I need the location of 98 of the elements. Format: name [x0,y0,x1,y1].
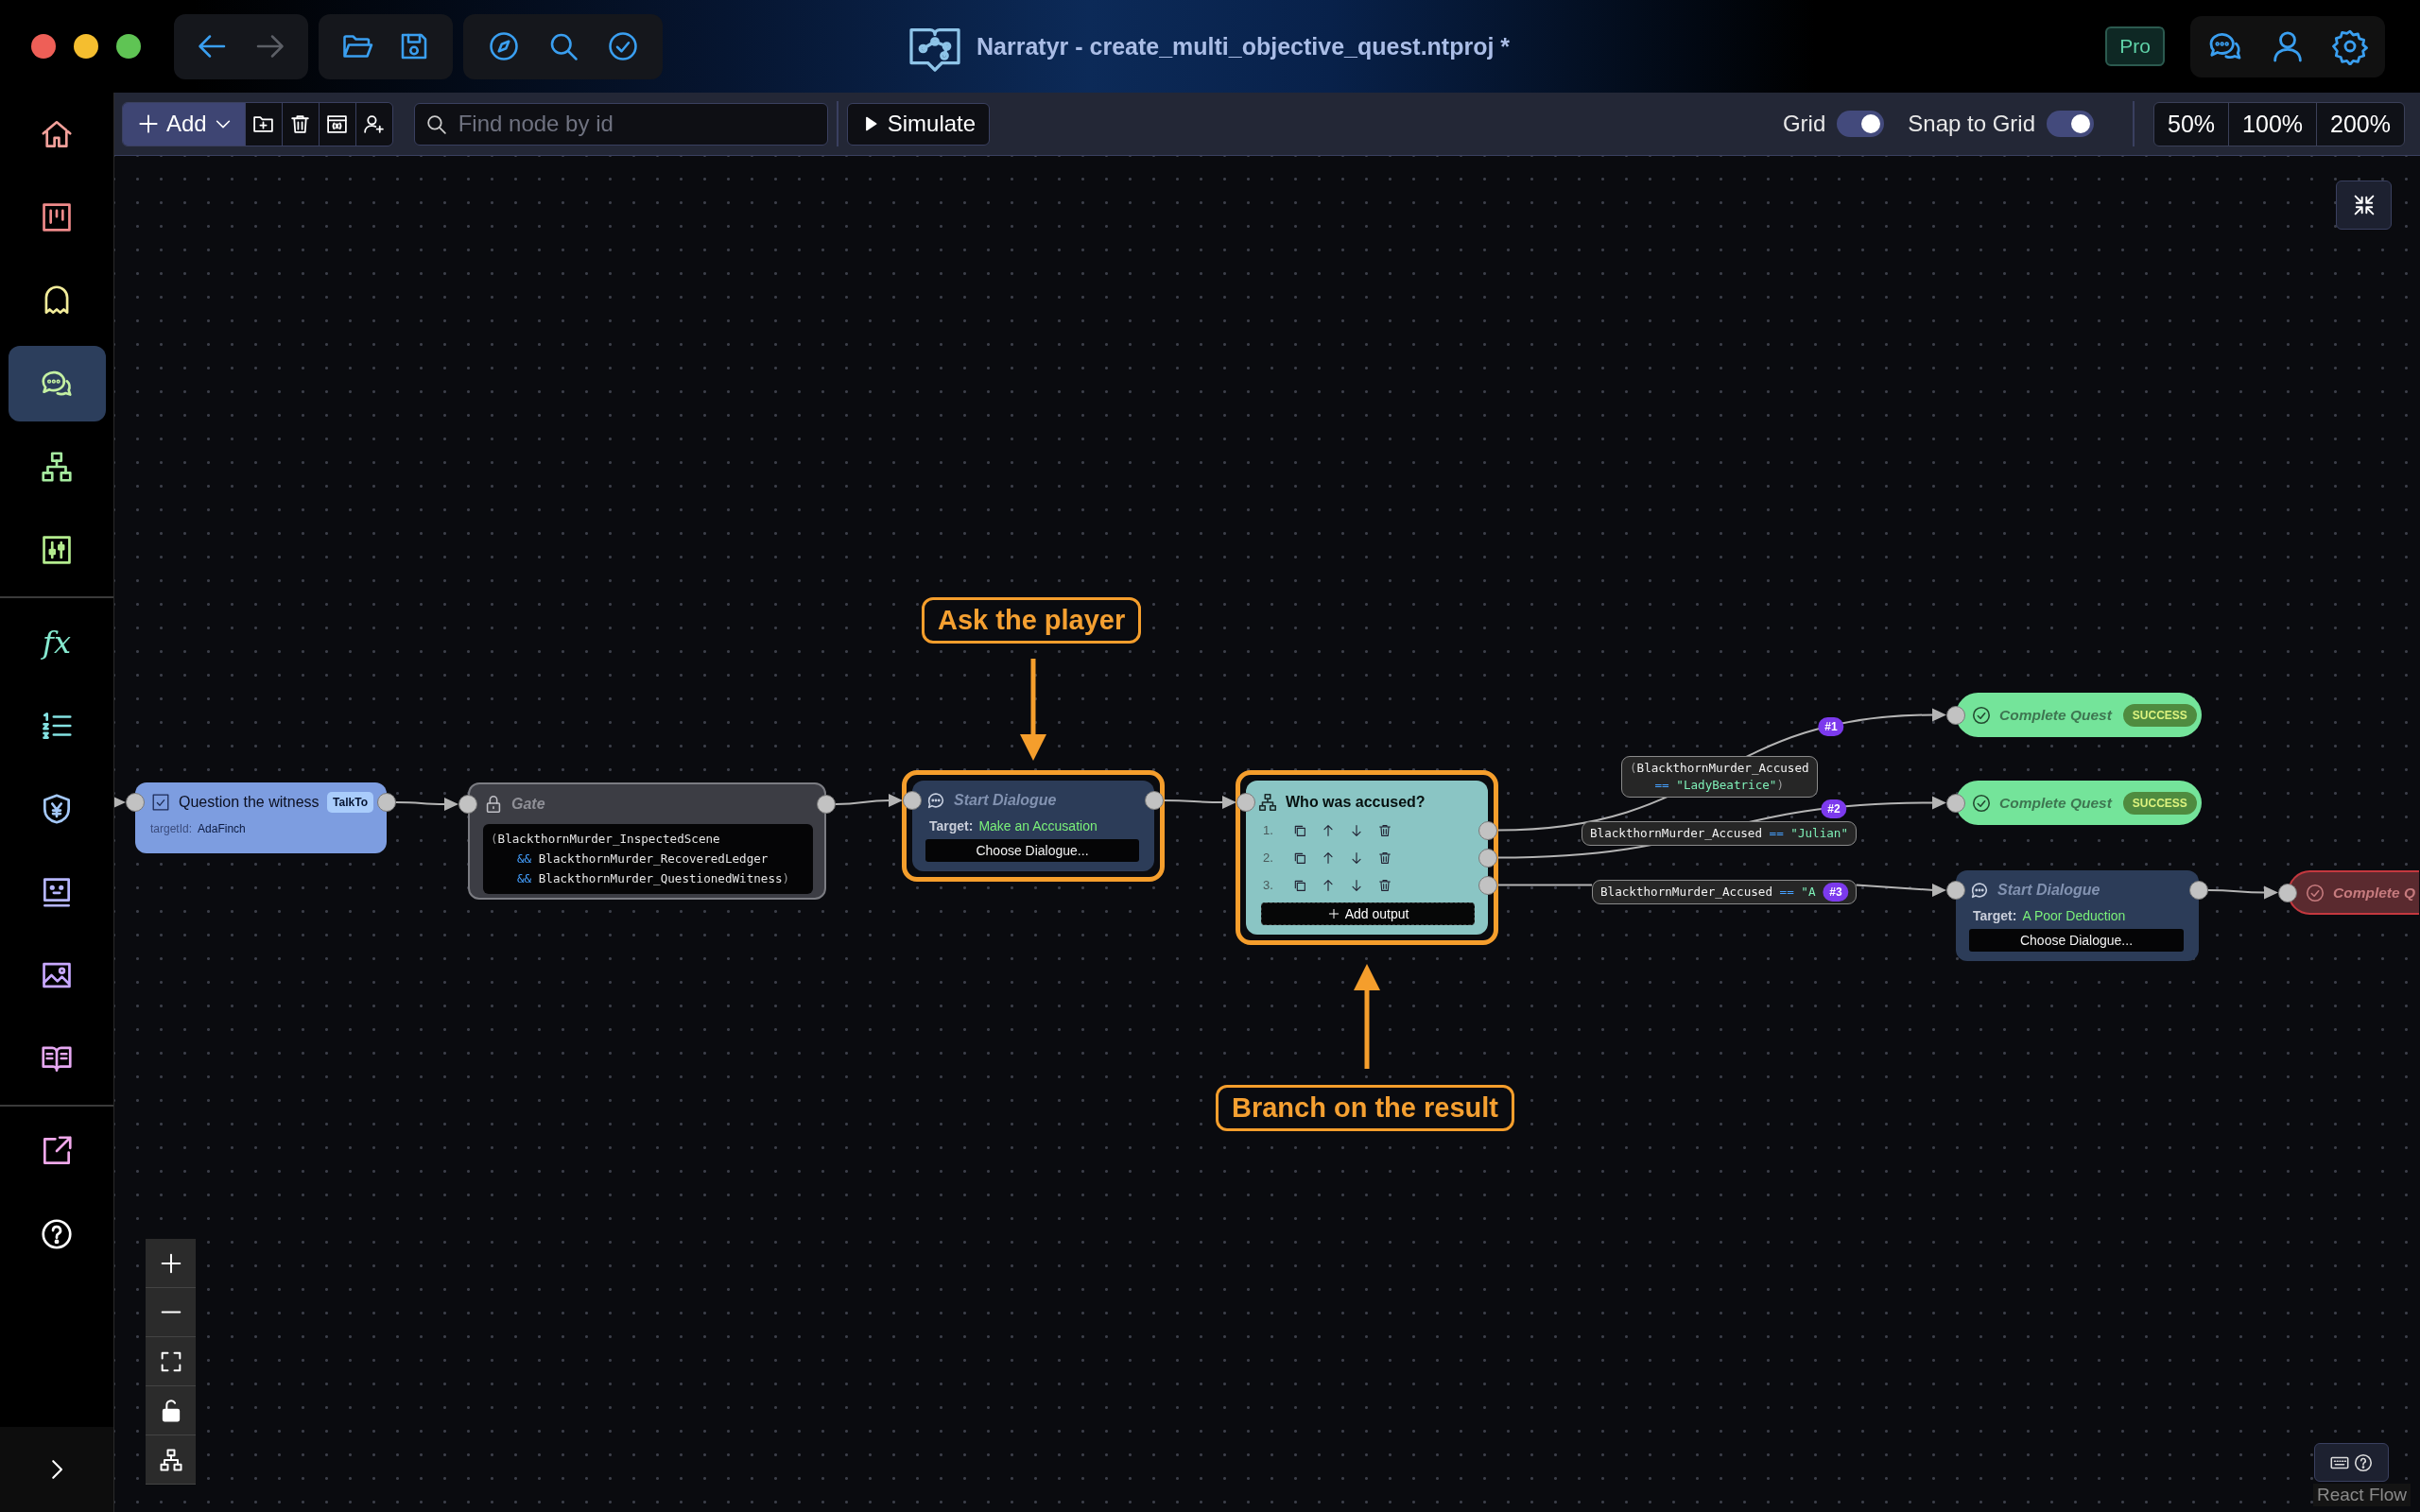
branch-node[interactable]: Who was accused? 1. 2. 3. Add output [1246,781,1488,935]
edge-arrow[interactable] [1163,796,1236,809]
zoom-level-button[interactable]: 50% [2154,102,2229,146]
check-circle-icon [1971,704,1992,726]
help-icon [39,1216,75,1252]
toggle-switch[interactable] [2047,111,2095,137]
connection-handle[interactable] [458,795,477,814]
trash-icon [1377,877,1392,893]
arrow-up-icon [1321,822,1336,838]
add-character-button[interactable] [354,102,392,146]
check-circle-icon [1971,792,1992,814]
condition-line: && BlackthornMurder_RecoveredLedger [516,850,769,868]
speech-bubble-icon [1969,880,1990,901]
check-circle-icon [2305,882,2325,903]
field-label: targetId: [150,822,193,835]
output-number: 3. [1263,878,1274,892]
callout-label: Ask the player [922,597,1142,644]
zoom-level-button[interactable]: 200% [2316,102,2404,146]
toggle-label: Snap to Grid [1908,111,2036,137]
edge-number-badge: #2 [1821,799,1847,818]
node-tag: TalkTo [327,792,373,813]
edge-arrow[interactable] [2207,885,2278,900]
result-badge: SUCCESS [2122,703,2197,727]
trash-icon [1377,850,1392,866]
add-output-button[interactable]: Add output [1261,902,1475,925]
callout-label: Branch on the result [1216,1085,1514,1131]
simulate-button[interactable]: Simulate [846,102,991,146]
field-label: Target: [929,818,974,833]
plan-badge: Pro [2105,26,2165,66]
connection-handle[interactable] [1946,793,1965,813]
field-value: Make an Accusation [978,818,1098,833]
hierarchy-icon [1257,792,1278,813]
search-field[interactable]: Find node by id [413,102,828,146]
toggle-switch[interactable] [1837,111,1885,137]
arrow-up-icon [1321,877,1336,893]
node-title: Gate [511,796,545,813]
node-title: Complete Quest [1999,706,2112,724]
node-title: Question the witness [179,794,320,811]
variables-button[interactable] [318,102,355,146]
edge-arrow[interactable] [1855,884,1946,897]
connection-handle[interactable] [126,793,145,812]
field-label: Target: [1973,908,2017,923]
connection-handle[interactable] [817,795,836,814]
node-title: Start Dialogue [1997,882,2100,899]
connection-handle[interactable] [2278,883,2297,902]
start-dialogue-node[interactable]: Start Dialogue Target: Make an Accusation Choose Dialogue... [912,781,1154,871]
zoom-level-button[interactable]: 100% [2228,102,2317,146]
objective-node[interactable]: Question the witness TalkTo targetId: AdaFinch [135,782,387,853]
new-folder-button[interactable] [244,102,282,146]
minimize-window-button[interactable] [74,34,98,59]
speech-bubble-icon [925,790,946,811]
complete-quest-node[interactable]: Complete Q [2288,870,2419,915]
connection-handle[interactable] [1946,705,1965,725]
output-number: 2. [1263,850,1274,865]
trash-icon [1377,822,1392,838]
choose-dialogue-button[interactable]: Choose Dialogue... [1969,929,2184,952]
collapse-view-button[interactable] [2336,180,2392,230]
toggle-label: Grid [1782,111,1826,137]
arrow-down-icon [1349,822,1364,838]
zoom-window-button[interactable] [116,34,141,59]
arrow-up-icon [1321,850,1336,866]
output-number: 1. [1263,823,1274,837]
gate-node[interactable]: Gate (BlackthornMurder_InspectedScene && BlackthornMurder_RecoveredLedger && BlackthornMurder_QuestionedWitness) [468,782,826,900]
sidebar-button[interactable] [8,346,106,421]
node-title: Who was accused? [1286,794,1426,811]
node-title: Start Dialogue [954,792,1057,809]
settings-icon [2331,27,2369,65]
arrow-down-icon [1349,877,1364,893]
edge-arrow[interactable] [114,796,126,809]
choose-dialogue-button[interactable]: Choose Dialogue... [925,839,1139,862]
hierarchy-icon [39,449,75,485]
add-button[interactable]: Add [123,102,245,146]
close-window-button[interactable] [31,34,56,59]
condition-line: (BlackthornMurder_InspectedScene [491,831,721,848]
start-dialogue-node[interactable]: Start Dialogue Target: A Poor Deduction Choose Dialogue... [1956,870,2199,961]
arrow-down-icon [1349,850,1364,866]
delete-button[interactable] [281,102,319,146]
attribution-text[interactable]: React Flow [2312,1484,2411,1506]
edge-arrow[interactable] [395,798,458,811]
connection-handle[interactable] [1946,881,1965,900]
help-icon [2353,1452,2374,1473]
condition-line: && BlackthornMurder_QuestionedWitness) [516,870,791,887]
node-title: Complete Quest [1999,794,2112,812]
sidebar-button[interactable]: fx [8,605,106,680]
edge-arrow[interactable] [835,794,903,807]
plus-icon [1326,907,1340,920]
result-badge: SUCCESS [2122,791,2197,815]
field-value: AdaFinch [198,822,246,835]
functions-glyph: fx [43,625,71,661]
field-value: A Poor Deduction [2022,908,2126,923]
edge-number-badge: #1 [1818,717,1844,736]
connection-handle[interactable] [377,793,396,812]
window-title: Narratyr - create_multi_objective_quest.ntproj * [977,32,1511,60]
connection-handle[interactable] [2189,881,2208,900]
keyboard-help-button[interactable] [2314,1443,2389,1482]
node-title: Complete Q [2333,884,2415,902]
edge-condition-label[interactable]: (BlackthornMurder_Accused == "LadyBeatrice") [1621,756,1818,798]
edge-condition-label[interactable]: BlackthornMurder_Accused == "Julian" [1582,821,1857,846]
